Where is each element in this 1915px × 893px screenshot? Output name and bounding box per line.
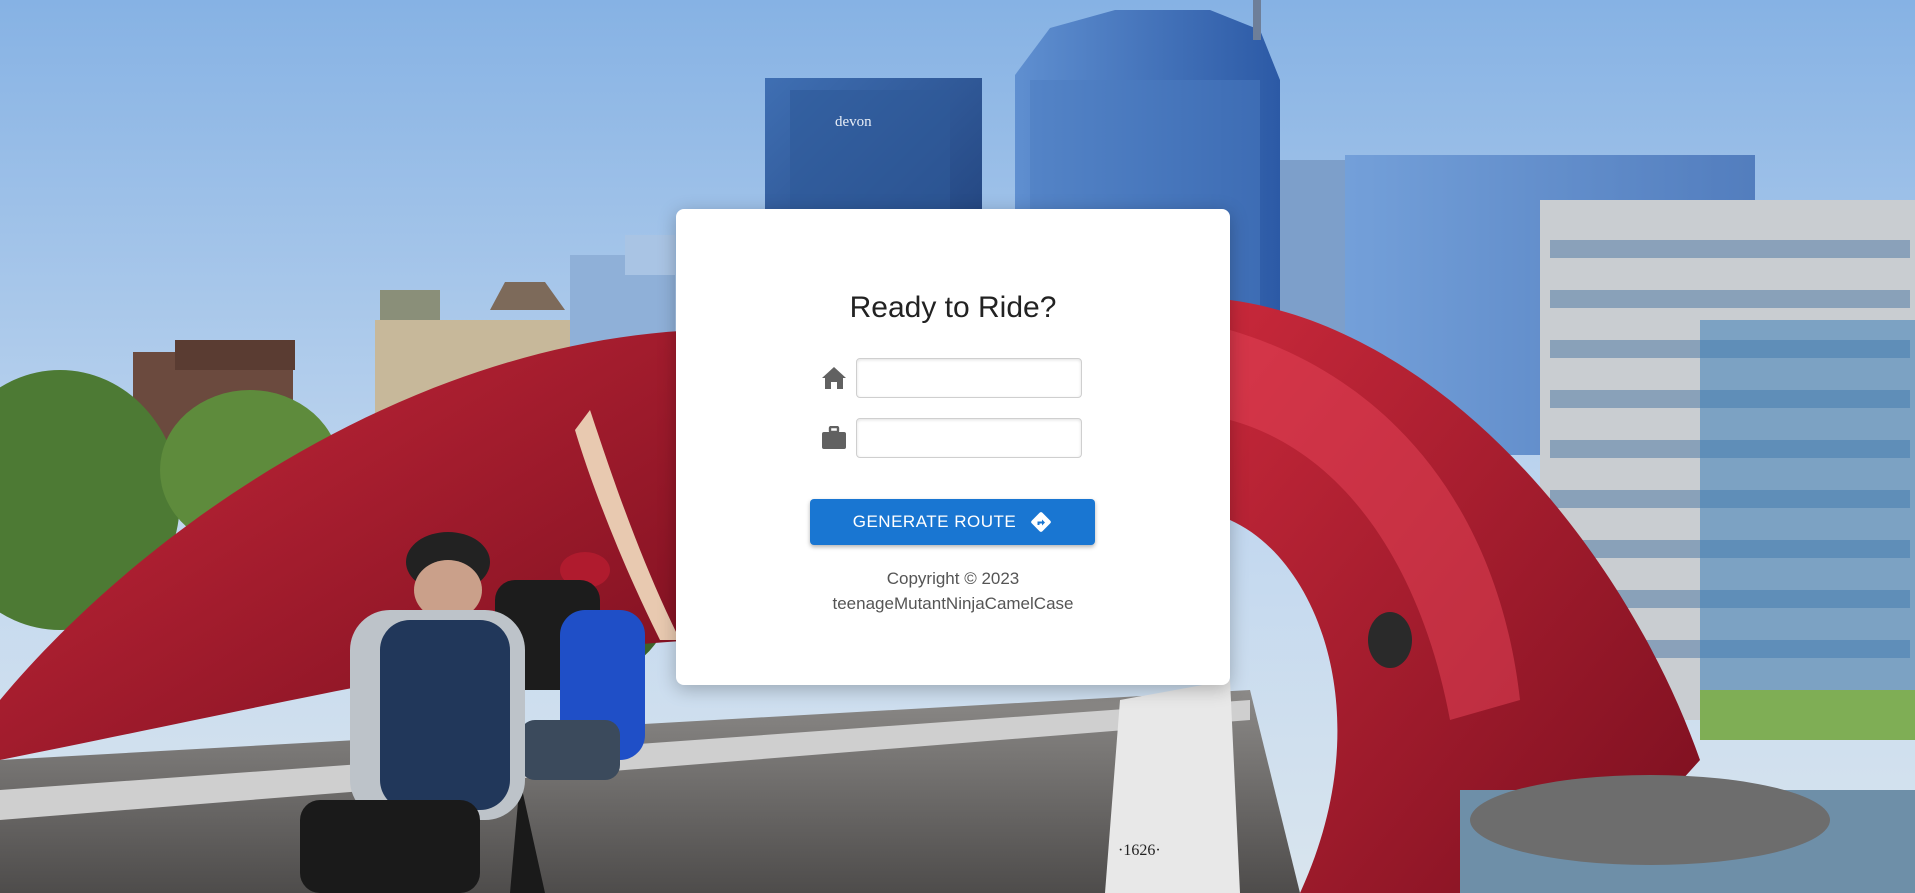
home-address-input[interactable] <box>856 358 1082 398</box>
directions-icon <box>1030 511 1052 533</box>
generate-route-button[interactable]: GENERATE ROUTE <box>810 499 1095 545</box>
home-field-row <box>821 358 1121 398</box>
copyright-team-name: teenageMutantNinjaCamelCase <box>832 594 1074 613</box>
svg-text:·1626·: ·1626· <box>1118 842 1161 859</box>
page-background: devon ·1626· Ready to Ride? GENERATE ROU… <box>0 0 1915 893</box>
briefcase-icon <box>821 425 847 450</box>
work-field-row <box>821 418 1121 458</box>
card-title: Ready to Ride? <box>849 291 1057 324</box>
route-card: Ready to Ride? GENERATE ROUTE Copyright … <box>676 209 1230 685</box>
svg-text:devon: devon <box>835 114 872 130</box>
work-address-input[interactable] <box>856 418 1082 458</box>
copyright-text: Copyright © 2023 teenageMutantNinjaCamel… <box>676 566 1230 616</box>
generate-route-label: GENERATE ROUTE <box>852 512 1017 531</box>
copyright-line: Copyright © 2023 <box>886 569 1020 588</box>
home-icon <box>821 366 847 390</box>
